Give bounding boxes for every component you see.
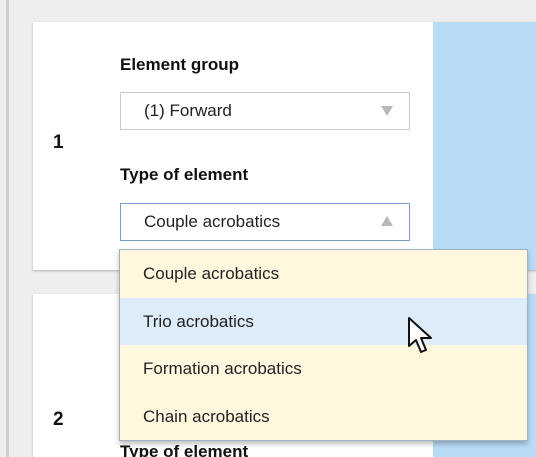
row-number: 1 xyxy=(53,132,64,153)
type-of-element-value: Couple acrobatics xyxy=(144,212,281,231)
dropdown-option-trio-acrobatics[interactable]: Trio acrobatics xyxy=(120,297,527,345)
page: 1s 1 Element group (1) Forward Type of e… xyxy=(0,0,536,457)
element-group-select[interactable]: (1) Forward xyxy=(120,92,410,130)
chevron-down-icon xyxy=(381,106,393,116)
dropdown-option-chain-acrobatics[interactable]: Chain acrobatics xyxy=(120,393,527,441)
element-group-value: (1) Forward xyxy=(144,101,232,120)
element-group-label: Element group xyxy=(120,55,240,74)
type-of-element-label: Type of element xyxy=(120,442,249,457)
chevron-up-icon xyxy=(381,216,393,226)
element-card-1: 1s 1 Element group (1) Forward Type of e… xyxy=(33,22,536,270)
dropdown-option-couple-acrobatics[interactable]: Couple acrobatics xyxy=(120,250,527,298)
left-divider xyxy=(6,0,9,457)
type-of-element-label: Type of element xyxy=(120,165,249,184)
row-number: 2 xyxy=(53,409,64,430)
type-of-element-select[interactable]: Couple acrobatics xyxy=(120,203,410,241)
dropdown-option-formation-acrobatics[interactable]: Formation acrobatics xyxy=(120,345,527,393)
blue-panel-1: 1s xyxy=(433,22,536,270)
type-of-element-dropdown: Couple acrobatics Trio acrobatics Format… xyxy=(119,249,528,441)
mouse-pointer-icon xyxy=(408,317,432,353)
